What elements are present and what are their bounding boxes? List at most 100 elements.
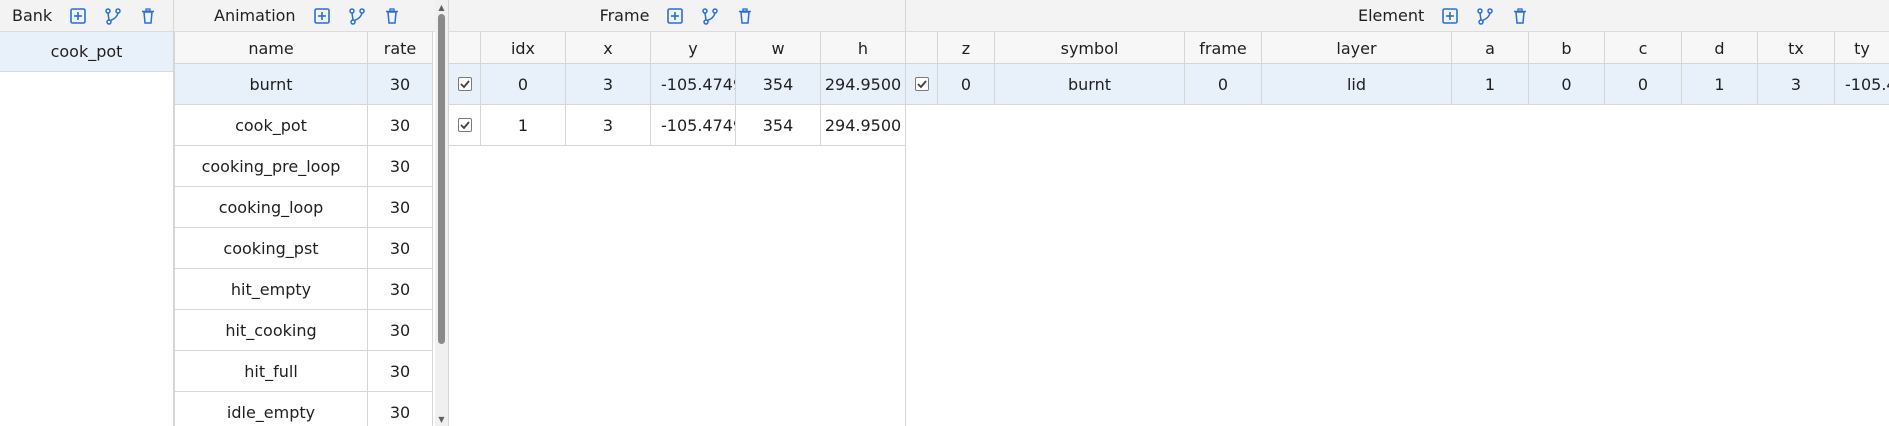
ty-cell[interactable]: -105.4749 [1835,64,1889,105]
delete-icon[interactable] [383,7,401,25]
animation-name-cell[interactable]: cooking_pre_loop [174,146,368,187]
animation-name-cell[interactable]: hit_cooking [174,310,368,351]
idx-cell[interactable]: 0 [481,64,566,105]
animation-rate-cell[interactable]: 30 [368,187,433,228]
table-row[interactable]: hit_full 30 [174,351,433,392]
column-header-h[interactable]: h [821,32,905,64]
column-header-x[interactable]: x [566,32,651,64]
enabled-cell[interactable] [449,105,481,146]
table-row[interactable]: 1 3 -105.4749 354 294.9500 [449,105,905,146]
scroll-down-icon[interactable]: ▼ [435,413,448,425]
d-cell[interactable]: 1 [1682,64,1758,105]
frame-cell[interactable]: 0 [1185,64,1262,105]
checkbox[interactable] [457,77,472,91]
column-header-c[interactable]: c [1605,32,1682,64]
idx-cell[interactable]: 1 [481,105,566,146]
x-cell[interactable]: 3 [566,64,651,105]
animation-rate-cell[interactable]: 30 [368,351,433,392]
check-icon [459,80,470,89]
branch-icon[interactable] [104,7,122,25]
bank-panel: Bank cook_pot [0,0,174,426]
animation-rate-cell[interactable]: 30 [368,228,433,269]
column-header-z[interactable]: z [938,32,995,64]
animation-rate-cell[interactable]: 30 [368,392,433,426]
table-row[interactable]: cook_pot 30 [174,105,433,146]
table-row[interactable]: hit_empty 30 [174,269,433,310]
column-header-idx[interactable]: idx [481,32,566,64]
enabled-cell[interactable] [906,64,938,105]
table-row[interactable]: 0 3 -105.4749 354 294.9500 [449,64,905,105]
branch-icon[interactable] [348,7,366,25]
h-cell[interactable]: 294.9500 [821,64,905,105]
animation-name-cell[interactable]: hit_empty [174,269,368,310]
animation-scrollbar[interactable]: ▲ ▼ [435,0,448,426]
column-header-symbol[interactable]: symbol [995,32,1185,64]
tx-cell[interactable]: 3 [1758,64,1835,105]
delete-icon[interactable] [139,7,157,25]
column-header-d[interactable]: d [1682,32,1758,64]
checkbox[interactable] [914,77,929,91]
table-row[interactable]: cooking_pst 30 [174,228,433,269]
branch-icon[interactable] [1476,7,1494,25]
frame-header: Frame [449,0,905,32]
column-header-rate[interactable]: rate [368,32,433,64]
layer-cell[interactable]: lid [1262,64,1452,105]
animation-panel: Animation name rate burnt 30 cook_pot 30 c… [174,0,448,426]
b-cell[interactable]: 0 [1529,64,1605,105]
animation-name-cell[interactable]: cooking_pst [174,228,368,269]
w-cell[interactable]: 354 [736,64,821,105]
column-header-w[interactable]: w [736,32,821,64]
enabled-cell[interactable] [449,64,481,105]
element-header: Element [906,0,1889,32]
add-icon[interactable] [313,7,331,25]
a-cell[interactable]: 1 [1452,64,1529,105]
animation-rate-cell[interactable]: 30 [368,310,433,351]
column-header-ty[interactable]: ty [1835,32,1889,64]
animation-name-cell[interactable]: hit_full [174,351,368,392]
frame-table: 0 3 -105.4749 354 294.9500 1 3 -105.4749… [449,64,905,146]
animation-name-cell[interactable]: idle_empty [174,392,368,426]
animation-rate-cell[interactable]: 30 [368,64,433,105]
y-cell[interactable]: -105.4749 [651,105,736,146]
table-row[interactable]: idle_empty 30 [174,392,433,426]
column-header-b[interactable]: b [1529,32,1605,64]
c-cell[interactable]: 0 [1605,64,1682,105]
animation-name-cell[interactable]: cook_pot [174,105,368,146]
animation-rate-cell[interactable]: 30 [368,269,433,310]
column-header-tx[interactable]: tx [1758,32,1835,64]
bank-header: Bank [0,0,173,32]
delete-icon[interactable] [736,7,754,25]
add-icon[interactable] [666,7,684,25]
h-cell[interactable]: 294.9500 [821,105,905,146]
y-cell[interactable]: -105.4749 [651,64,736,105]
element-title: Element [1358,6,1425,25]
column-header-frame[interactable]: frame [1185,32,1262,64]
w-cell[interactable]: 354 [736,105,821,146]
column-header-a[interactable]: a [1452,32,1529,64]
z-cell[interactable]: 0 [938,64,995,105]
column-header-name[interactable]: name [174,32,368,64]
column-header-layer[interactable]: layer [1262,32,1452,64]
table-row[interactable]: hit_cooking 30 [174,310,433,351]
add-icon[interactable] [1441,7,1459,25]
table-row[interactable]: cooking_pre_loop 30 [174,146,433,187]
animation-rate-cell[interactable]: 30 [368,146,433,187]
x-cell[interactable]: 3 [566,105,651,146]
column-header-enabled[interactable] [906,32,938,64]
branch-icon[interactable] [701,7,719,25]
column-header-y[interactable]: y [651,32,736,64]
animation-name-cell[interactable]: burnt [174,64,368,105]
checkbox[interactable] [457,118,472,132]
animation-rate-cell[interactable]: 30 [368,105,433,146]
animation-name-cell[interactable]: cooking_loop [174,187,368,228]
column-header-enabled[interactable] [449,32,481,64]
symbol-cell[interactable]: burnt [995,64,1185,105]
bank-item-cook-pot[interactable]: cook_pot [0,32,173,72]
table-row[interactable]: cooking_loop 30 [174,187,433,228]
add-icon[interactable] [69,7,87,25]
scrollbar-thumb[interactable] [438,14,445,344]
table-row[interactable]: 0 burnt 0 lid 1 0 0 1 3 -105.4749 [906,64,1889,105]
scroll-up-icon[interactable]: ▲ [435,1,448,13]
table-row[interactable]: burnt 30 [174,64,433,105]
delete-icon[interactable] [1511,7,1529,25]
